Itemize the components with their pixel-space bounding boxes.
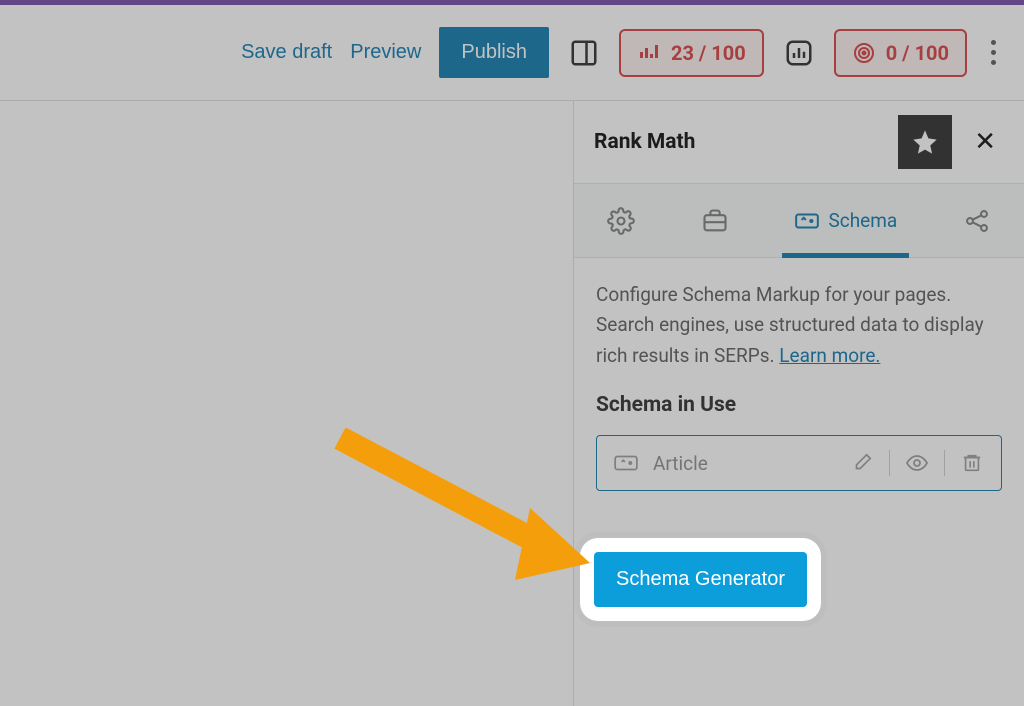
sidebar-toggle-icon[interactable] <box>567 36 601 70</box>
sidebar-header: Rank Math ✕ <box>574 101 1024 184</box>
content-score-text: 0 / 100 <box>886 41 949 65</box>
star-icon <box>911 128 939 156</box>
seo-score-badge[interactable]: 23 / 100 <box>619 29 764 77</box>
gear-icon <box>607 207 635 235</box>
schema-item-name: Article <box>653 452 835 475</box>
divider <box>889 450 890 476</box>
rank-math-sidebar: Rank Math ✕ Schema <box>574 101 1024 706</box>
schema-description: Configure Schema Markup for your pages. … <box>596 280 1002 371</box>
delete-schema-button[interactable] <box>959 450 985 476</box>
edit-schema-button[interactable] <box>849 450 875 476</box>
pencil-icon <box>851 452 873 474</box>
schema-item-row: Article <box>596 435 1002 491</box>
content-score-badge[interactable]: 0 / 100 <box>834 29 967 77</box>
editor-toolbar: Save draft Preview Publish 23 / 100 0 / … <box>0 5 1024 101</box>
eye-icon <box>905 451 929 475</box>
tab-schema-label: Schema <box>828 209 897 232</box>
preview-button[interactable]: Preview <box>350 41 421 64</box>
save-draft-button[interactable]: Save draft <box>241 41 332 64</box>
target-icon <box>852 41 876 65</box>
briefcase-icon <box>701 207 729 235</box>
ticket-icon <box>613 450 639 476</box>
schema-panel: Configure Schema Markup for your pages. … <box>574 258 1024 541</box>
bars-icon <box>637 41 661 65</box>
tab-social[interactable] <box>951 184 1003 257</box>
schema-icon <box>794 208 820 234</box>
analytics-icon[interactable] <box>782 36 816 70</box>
share-icon <box>963 207 991 235</box>
learn-more-link[interactable]: Learn more. <box>779 344 880 367</box>
preview-schema-button[interactable] <box>904 450 930 476</box>
star-button[interactable] <box>898 115 952 169</box>
tab-schema[interactable]: Schema <box>782 184 909 257</box>
schema-in-use-heading: Schema in Use <box>596 393 1002 417</box>
more-options-icon[interactable] <box>985 40 1002 65</box>
close-sidebar-button[interactable]: ✕ <box>966 123 1004 161</box>
seo-score-text: 23 / 100 <box>671 41 746 65</box>
sidebar-title: Rank Math <box>594 130 695 154</box>
sidebar-tabs: Schema <box>574 184 1024 258</box>
tab-advanced[interactable] <box>689 184 741 257</box>
editor-canvas[interactable] <box>0 101 574 706</box>
publish-button[interactable]: Publish <box>439 27 549 78</box>
divider <box>944 450 945 476</box>
tab-general[interactable] <box>595 184 647 257</box>
trash-icon <box>961 452 983 474</box>
